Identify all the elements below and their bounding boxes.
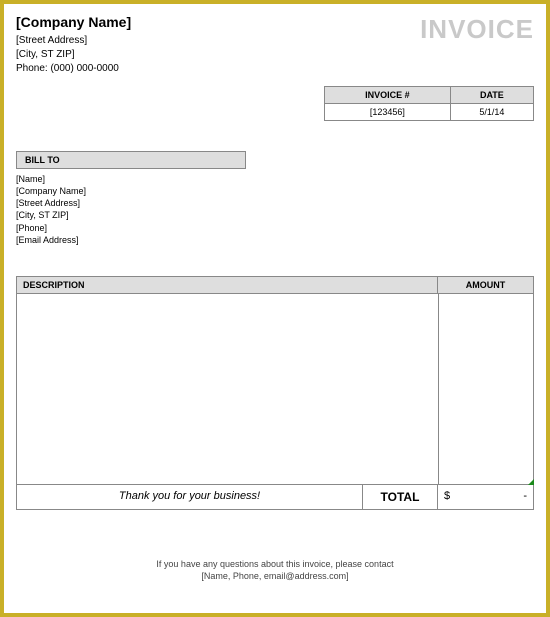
bill-to-street: [Street Address] [16, 197, 534, 209]
company-name: [Company Name] [16, 14, 131, 30]
bill-to-phone: [Phone] [16, 222, 534, 234]
bill-to-city-st-zip: [City, ST ZIP] [16, 209, 534, 221]
items-header: DESCRIPTION AMOUNT [16, 276, 534, 294]
footer-line-1: If you have any questions about this inv… [16, 558, 534, 571]
company-info: [Street Address] [City, ST ZIP] Phone: (… [16, 34, 131, 76]
header-row: [Company Name] [Street Address] [City, S… [16, 14, 534, 76]
total-amount-cell: $ - [438, 485, 533, 509]
bill-to-section: BILL TO [Name] [Company Name] [Street Ad… [16, 151, 534, 246]
company-block: [Company Name] [Street Address] [City, S… [16, 14, 131, 76]
company-phone: Phone: (000) 000-0000 [16, 62, 131, 76]
amount-column [438, 294, 533, 484]
items-body [16, 294, 534, 484]
thank-you-message: Thank you for your business! [17, 485, 363, 509]
bill-to-company: [Company Name] [16, 185, 534, 197]
total-amount-value: - [523, 490, 527, 504]
invoice-page: [Company Name] [Street Address] [City, S… [4, 4, 546, 593]
invoice-date-value: 5/1/14 [450, 104, 533, 121]
invoice-title: INVOICE [420, 14, 534, 45]
description-column [17, 294, 438, 484]
total-label: TOTAL [363, 485, 438, 509]
company-city-st-zip: [City, ST ZIP] [16, 48, 131, 62]
currency-symbol: $ [444, 490, 450, 504]
bill-to-email: [Email Address] [16, 234, 534, 246]
company-street: [Street Address] [16, 34, 131, 48]
invoice-date-header: DATE [450, 87, 533, 104]
invoice-number-value: [123456] [325, 104, 451, 121]
bill-to-label: BILL TO [16, 151, 246, 169]
invoice-number-header: INVOICE # [325, 87, 451, 104]
totals-row: Thank you for your business! TOTAL $ - [16, 484, 534, 510]
invoice-meta-table: INVOICE # DATE [123456] 5/1/14 [324, 86, 534, 121]
cell-marker-icon [528, 479, 534, 485]
amount-header: AMOUNT [438, 277, 533, 293]
description-header: DESCRIPTION [17, 277, 438, 293]
bill-to-body: [Name] [Company Name] [Street Address] [… [16, 173, 534, 246]
footer-line-2: [Name, Phone, email@address.com] [16, 570, 534, 583]
bill-to-name: [Name] [16, 173, 534, 185]
footer-message: If you have any questions about this inv… [16, 558, 534, 583]
